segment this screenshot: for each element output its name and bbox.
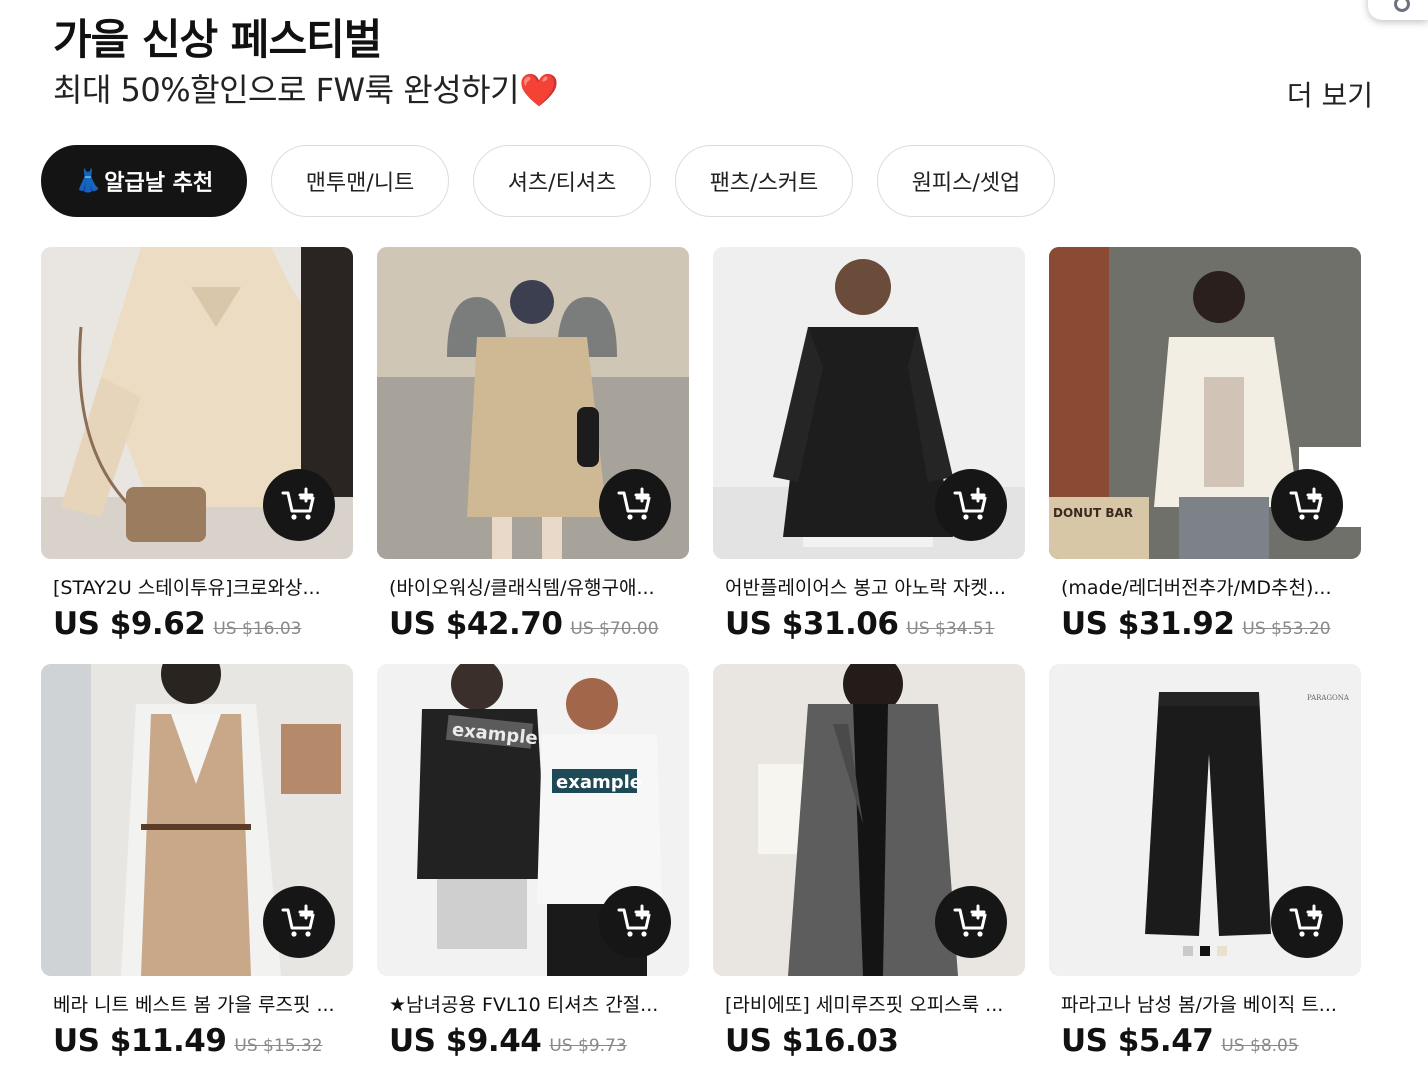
product-image[interactable]: DONUT BAR (1049, 247, 1361, 559)
brand-logo-text: PARAGONA (1307, 694, 1350, 702)
product-name[interactable]: (made/레더버전추가/MD추천)... (1061, 573, 1357, 600)
add-to-cart-button[interactable] (599, 469, 671, 541)
product-image[interactable] (713, 664, 1025, 976)
product-image[interactable] (41, 664, 353, 976)
add-to-cart-icon (281, 487, 315, 520)
product-card[interactable]: [STAY2U 스테이투유]크로와상... US $9.62 US $16.03 (41, 247, 353, 642)
sale-price: US $9.62 (53, 606, 206, 642)
product-name[interactable]: [STAY2U 스테이투유]크로와상... (53, 573, 349, 600)
original-price: US $9.73 (549, 1036, 627, 1056)
add-to-cart-icon (281, 904, 315, 937)
product-info: [STAY2U 스테이투유]크로와상... US $9.62 US $16.03 (53, 573, 349, 642)
tab-label: 원피스/셋업 (911, 171, 1021, 196)
sale-price: US $16.03 (725, 1023, 899, 1059)
product-info: [라비에또] 세미루즈핏 오피스룩 ... US $16.03 (725, 990, 1021, 1059)
section-header: 가을 신상 페스티벌 최대 50%할인으로 FW룩 완성하기❤️ 더 보기 (53, 14, 1373, 124)
tab-sweatshirt-knit[interactable]: 맨투맨/니트 (271, 145, 449, 217)
heart-icon: ❤️ (519, 71, 559, 109)
product-info: (바이오워싱/클래식템/유행구애... US $42.70 US $70.00 (389, 573, 685, 642)
product-name[interactable]: ★남녀공용 FVL10 티셔츠 간절... (389, 990, 685, 1017)
section-title: 가을 신상 페스티벌 (53, 15, 382, 64)
product-name[interactable]: 어반플레이어스 봉고 아노락 자켓... (725, 573, 1021, 600)
product-name[interactable]: [라비에또] 세미루즈핏 오피스룩 ... (725, 990, 1021, 1017)
product-name[interactable]: 베라 니트 베스트 봄 가을 루즈핏 ... (53, 990, 349, 1017)
shirt-print-text: example (556, 772, 642, 793)
add-to-cart-button[interactable] (599, 886, 671, 958)
price-row: US $5.47 US $8.05 (1061, 1023, 1357, 1059)
sale-price: US $42.70 (389, 606, 563, 642)
sale-price: US $9.44 (389, 1023, 542, 1059)
price-row: US $11.49 US $15.32 (53, 1023, 349, 1059)
add-to-cart-button[interactable] (1271, 469, 1343, 541)
price-row: US $42.70 US $70.00 (389, 606, 685, 642)
section-subtitle: 최대 50%할인으로 FW룩 완성하기❤️ (53, 68, 1373, 112)
original-price: US $16.03 (213, 619, 302, 639)
add-to-cart-button[interactable] (263, 469, 335, 541)
add-to-cart-button[interactable] (1271, 886, 1343, 958)
product-image[interactable] (377, 247, 689, 559)
dress-icon: 👗 (74, 168, 103, 194)
product-name[interactable]: 파라고나 남성 봄/가을 베이직 트... (1061, 990, 1357, 1017)
price-row: US $31.06 US $34.51 (725, 606, 1021, 642)
add-to-cart-icon (1289, 487, 1323, 520)
sale-price: US $31.06 (725, 606, 899, 642)
tab-shirt-tshirt[interactable]: 셔츠/티셔츠 (473, 145, 651, 217)
product-info: 파라고나 남성 봄/가을 베이직 트... US $5.47 US $8.05 (1061, 990, 1357, 1059)
product-image[interactable] (41, 247, 353, 559)
price-row: US $9.62 US $16.03 (53, 606, 349, 642)
tab-label: 셔츠/티셔츠 (507, 171, 617, 196)
subtitle-text: 최대 50%할인으로 FW룩 완성하기 (53, 71, 520, 109)
tab-label: 팬츠/스커트 (709, 171, 819, 196)
original-price: US $8.05 (1221, 1036, 1299, 1056)
tab-dress-setup[interactable]: 원피스/셋업 (877, 145, 1055, 217)
product-card[interactable]: 어반플레이어스 봉고 아노락 자켓... US $31.06 US $34.51 (713, 247, 1025, 642)
tab-label: 맨투맨/니트 (305, 171, 415, 196)
tab-pants-skirt[interactable]: 팬츠/스커트 (675, 145, 853, 217)
tab-recommended[interactable]: 👗 알급날 추천 (41, 145, 247, 217)
product-image[interactable] (713, 247, 1025, 559)
original-price: US $15.32 (234, 1036, 323, 1056)
product-image[interactable]: example example (377, 664, 689, 976)
sign-text: DONUT BAR (1053, 506, 1133, 520)
price-row: US $9.44 US $9.73 (389, 1023, 685, 1059)
add-to-cart-button[interactable] (263, 886, 335, 958)
add-to-cart-icon (617, 904, 651, 937)
tab-label: 알급날 추천 (104, 171, 214, 196)
product-info: (made/레더버전추가/MD추천)... US $31.92 US $53.2… (1061, 573, 1357, 642)
more-link[interactable]: 더 보기 (1287, 74, 1373, 114)
add-to-cart-icon (953, 487, 987, 520)
sale-price: US $11.49 (53, 1023, 227, 1059)
product-card[interactable]: PARAGONA 파라고나 남성 봄/가을 베이직 트... US $5.47 … (1049, 664, 1361, 1059)
sale-price: US $31.92 (1061, 606, 1235, 642)
add-to-cart-icon (617, 487, 651, 520)
widget-icon (1394, 0, 1410, 12)
product-image[interactable]: PARAGONA (1049, 664, 1361, 976)
product-card[interactable]: [라비에또] 세미루즈핏 오피스룩 ... US $16.03 (713, 664, 1025, 1059)
price-row: US $16.03 (725, 1023, 1021, 1059)
add-to-cart-icon (953, 904, 987, 937)
product-card[interactable]: (바이오워싱/클래식템/유행구애... US $42.70 US $70.00 (377, 247, 689, 642)
category-tabs: 👗 알급날 추천 맨투맨/니트 셔츠/티셔츠 팬츠/스커트 원피스/셋업 (41, 145, 1055, 217)
add-to-cart-icon (1289, 904, 1323, 937)
floating-widget[interactable] (1368, 0, 1428, 20)
product-card[interactable]: 베라 니트 베스트 봄 가을 루즈핏 ... US $11.49 US $15.… (41, 664, 353, 1059)
price-row: US $31.92 US $53.20 (1061, 606, 1357, 642)
original-price: US $70.00 (570, 619, 659, 639)
add-to-cart-button[interactable] (935, 886, 1007, 958)
product-grid: [STAY2U 스테이투유]크로와상... US $9.62 US $16.03 (41, 247, 1361, 1059)
product-card[interactable]: DONUT BAR (made/레더버전추가/MD추천)... US $31.9… (1049, 247, 1361, 642)
product-name[interactable]: (바이오워싱/클래식템/유행구애... (389, 573, 685, 600)
product-card[interactable]: example example ★남녀공용 FVL10 티셔츠 간절... US… (377, 664, 689, 1059)
original-price: US $53.20 (1242, 619, 1331, 639)
product-info: ★남녀공용 FVL10 티셔츠 간절... US $9.44 US $9.73 (389, 990, 685, 1059)
sale-price: US $5.47 (1061, 1023, 1214, 1059)
product-info: 베라 니트 베스트 봄 가을 루즈핏 ... US $11.49 US $15.… (53, 990, 349, 1059)
original-price: US $34.51 (906, 619, 995, 639)
product-info: 어반플레이어스 봉고 아노락 자켓... US $31.06 US $34.51 (725, 573, 1021, 642)
add-to-cart-button[interactable] (935, 469, 1007, 541)
